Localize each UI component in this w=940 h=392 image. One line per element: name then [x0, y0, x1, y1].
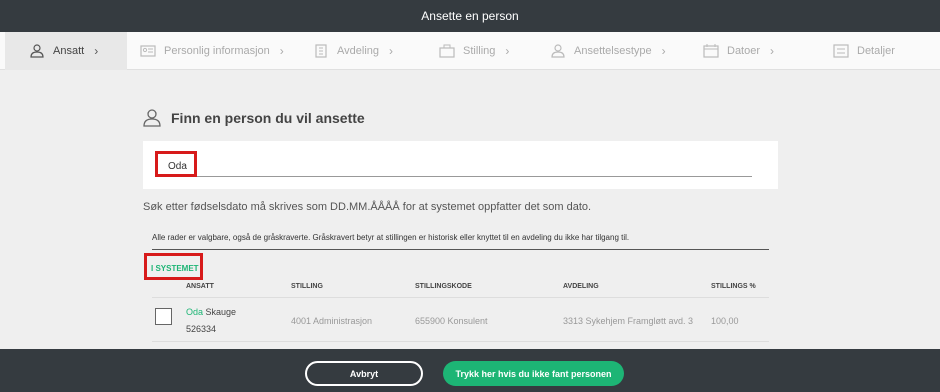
cell-stilling: 4001 Administrasjon	[291, 316, 373, 326]
section-label: I SYSTEMET	[151, 264, 199, 273]
column-header-stilling[interactable]: STILLING	[291, 283, 323, 290]
chevron-right-icon: ›	[279, 44, 284, 58]
step-label: Avdeling	[337, 45, 379, 57]
chevron-right-icon: ›	[661, 44, 666, 58]
person-icon	[143, 109, 161, 127]
row-checkbox[interactable]	[155, 308, 172, 325]
cell-avdeling: 3313 Sykehjem Framgløtt avd. 3	[563, 316, 694, 326]
step-stilling[interactable]: Stilling ›	[439, 32, 509, 70]
step-label: Datoer	[727, 45, 761, 57]
footer-bar: Avbryt Trykk her hvis du ikke fant perso…	[0, 349, 940, 392]
step-datoer[interactable]: Datoer ›	[703, 32, 774, 70]
chevron-right-icon: ›	[389, 44, 393, 58]
column-header-ansatt[interactable]: ANSATT	[186, 283, 214, 290]
cancel-button[interactable]: Avbryt	[305, 361, 423, 386]
step-label: Stilling	[463, 45, 496, 57]
employee-type-icon	[551, 44, 565, 58]
step-label: Personlig informasjon	[164, 45, 270, 57]
employee-number: 526334	[186, 324, 217, 334]
employee-name[interactable]: Oda Skauge	[186, 307, 236, 317]
row-divider	[152, 341, 769, 342]
calendar-icon	[703, 44, 719, 58]
step-personlig-informasjon[interactable]: Personlig informasjon ›	[140, 32, 284, 70]
page-title-row: Finn en person du vil ansette	[143, 109, 365, 127]
search-panel	[143, 141, 778, 189]
employee-last-name: Skauge	[205, 307, 237, 317]
cell-stillingskode: 655900 Konsulent	[415, 316, 488, 326]
building-icon	[315, 44, 327, 58]
step-ansettelsestype[interactable]: Ansettelsestype ›	[550, 32, 666, 70]
step-avdeling[interactable]: Avdeling ›	[313, 32, 393, 70]
chevron-right-icon: ›	[770, 44, 775, 58]
search-help-text: Søk etter fødselsdato må skrives som DD.…	[143, 201, 592, 213]
column-header-avdeling[interactable]: AVDELING	[563, 283, 599, 290]
not-found-button[interactable]: Trykk her hvis du ikke fant personen	[443, 361, 624, 386]
step-label: Ansatt	[53, 45, 85, 57]
search-input[interactable]	[156, 157, 752, 177]
cell-stillingsprosent: 100,00	[711, 316, 739, 326]
step-label: Detaljer	[857, 45, 895, 57]
briefcase-icon	[439, 44, 455, 58]
id-card-icon	[140, 45, 156, 57]
chevron-right-icon: ›	[505, 44, 510, 58]
chevron-right-icon: ›	[94, 44, 99, 58]
main-content: Finn en person du vil ansette Søk etter …	[0, 71, 940, 349]
column-header-stillingsprosent[interactable]: STILLINGS %	[711, 283, 756, 290]
step-detaljer[interactable]: Detaljer	[833, 32, 895, 70]
employee-first-name: Oda	[186, 307, 204, 317]
table-header-divider	[152, 297, 769, 298]
person-icon	[30, 44, 44, 58]
details-icon	[833, 44, 849, 58]
column-header-stillingskode[interactable]: STILLINGSKODE	[415, 283, 472, 290]
step-ansatt[interactable]: Ansatt ›	[5, 32, 127, 70]
table-info-text: Alle rader er valgbare, også de gråskrav…	[152, 233, 630, 242]
window-title: Ansette en person	[0, 0, 940, 32]
page-title: Finn en person du vil ansette	[171, 110, 365, 126]
step-label: Ansettelsestype	[574, 45, 652, 57]
divider	[152, 249, 769, 250]
wizard-steps: Ansatt › Personlig informasjon › Avdelin…	[0, 32, 940, 70]
